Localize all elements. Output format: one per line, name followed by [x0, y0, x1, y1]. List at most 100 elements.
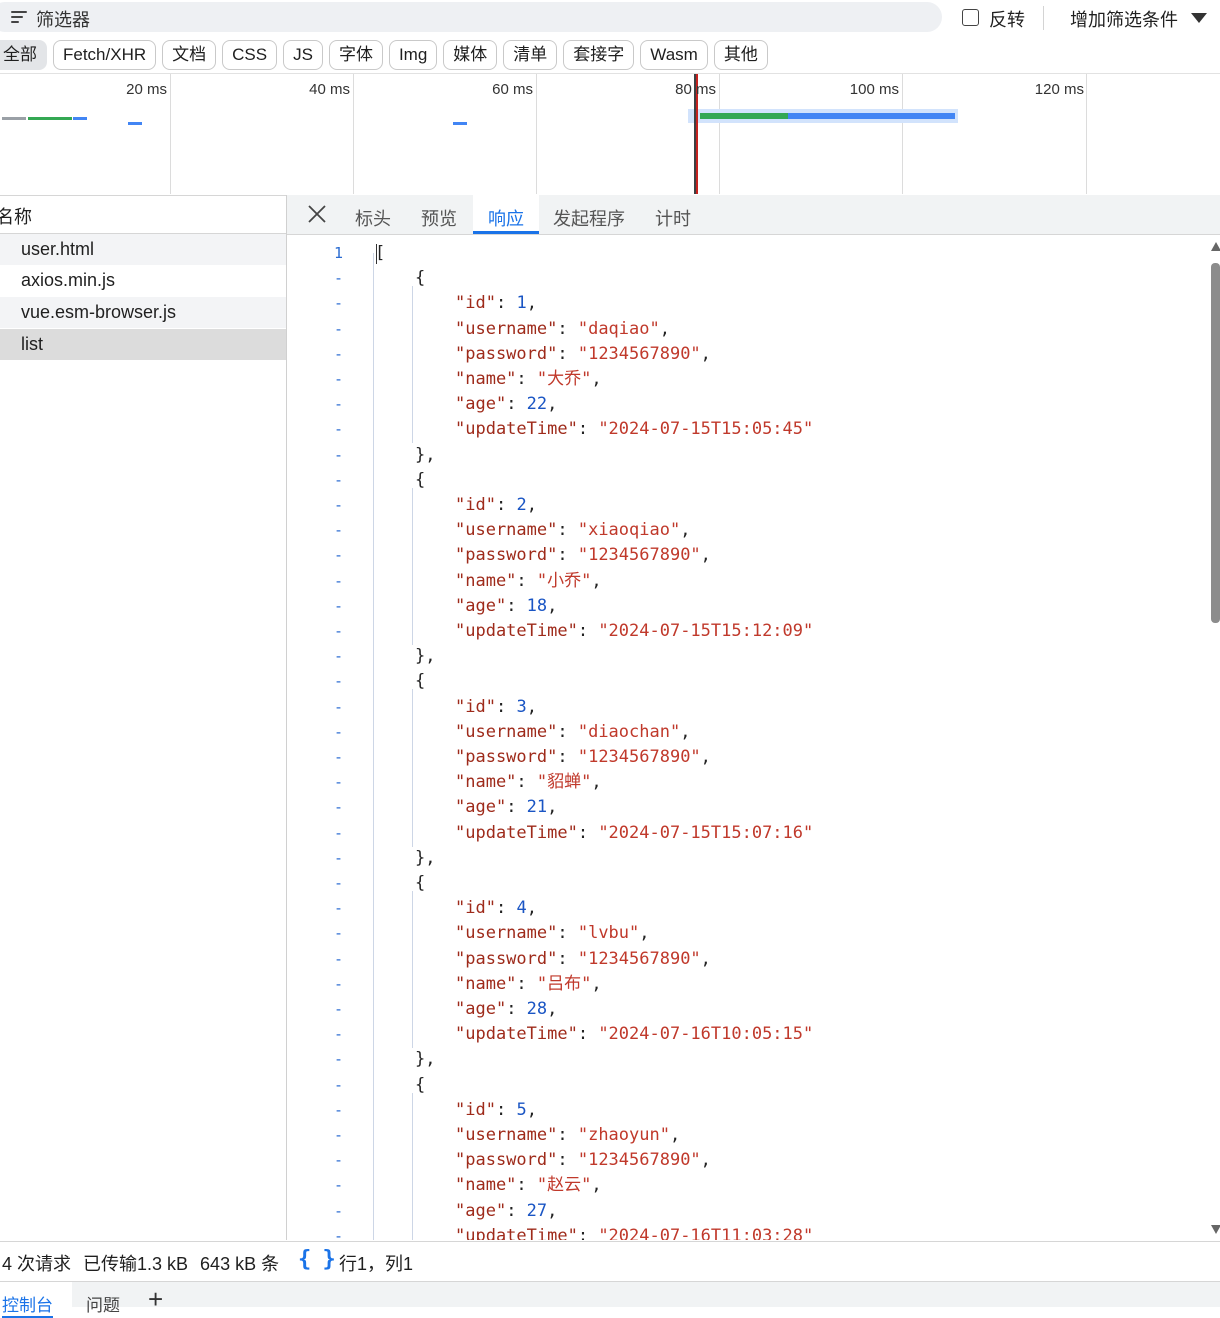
filter-chip[interactable]: Wasm [640, 40, 708, 70]
request-bar-vue [453, 122, 467, 125]
filter-chip[interactable]: 清单 [503, 40, 558, 70]
line-number: - [333, 269, 343, 288]
json-value: 3 [516, 696, 527, 717]
indent-guide [412, 891, 413, 1049]
json-value: "2024-07-15T15:07:16" [598, 822, 814, 843]
code-line: -{ [287, 266, 1209, 291]
request-bar-axios [128, 122, 142, 125]
line-number: - [333, 1126, 343, 1144]
json-value: 28 [526, 999, 548, 1019]
code-line: - "name": "貂蝉", [287, 770, 1209, 795]
tab-initiator[interactable]: 发起程序 [553, 205, 625, 231]
filter-chip[interactable]: 套接字 [563, 40, 635, 70]
add-filter-button[interactable]: 增加筛选条件 [1070, 6, 1178, 32]
pretty-print-button[interactable]: { } [298, 1247, 336, 1272]
invert-checkbox[interactable] [962, 9, 979, 26]
json-value: "小乔" [536, 570, 592, 591]
scroll-down-icon[interactable] [1211, 1225, 1220, 1234]
tab-issues[interactable]: 问题 [86, 1291, 120, 1316]
line-number: - [333, 370, 343, 388]
line-number: - [333, 672, 343, 691]
line-number: - [333, 344, 343, 363]
line-number: - [333, 848, 343, 867]
code-line: - "name": "小乔", [287, 569, 1209, 594]
json-value: "1234567890" [577, 948, 701, 969]
json-value: "大乔" [536, 369, 592, 389]
name-column-header[interactable]: 名称 [0, 195, 286, 234]
code-line: -}, [287, 846, 1209, 871]
tick-label: 40 ms [309, 81, 350, 98]
code-line: - "id": 5, [287, 1098, 1209, 1123]
filter-input[interactable] [0, 2, 942, 32]
line-number: - [333, 647, 343, 666]
filter-chip[interactable]: 其他 [713, 40, 768, 70]
indent-guide [412, 1092, 413, 1240]
filter-chip[interactable]: JS [283, 40, 323, 70]
json-value: 1 [516, 293, 527, 314]
divider [1043, 6, 1044, 30]
code-line: - "id": 3, [287, 695, 1209, 720]
code-line: -{ [287, 871, 1209, 896]
line-number: - [333, 1025, 343, 1044]
tick-label: 60 ms [492, 81, 533, 98]
json-value: "赵云" [536, 1175, 592, 1196]
network-timeline[interactable]: 20 ms 40 ms 60 ms 80 ms 100 ms 120 ms [0, 73, 1220, 196]
code-line: - "password": "1234567890", [287, 543, 1209, 568]
drawer-tabbar: 控制台 问题 + [0, 1281, 1220, 1318]
line-number: - [333, 571, 343, 590]
tab-timing[interactable]: 计时 [655, 205, 691, 231]
code-line: -}, [287, 644, 1209, 669]
request-row[interactable]: axios.min.js [0, 265, 286, 296]
line-number: - [333, 420, 343, 439]
code-line: - "updateTime": "2024-07-15T15:07:16" [287, 821, 1209, 846]
tab-response[interactable]: 响应 [488, 205, 524, 231]
request-row[interactable]: vue.esm-browser.js [0, 297, 286, 328]
scrollbar-thumb[interactable] [1211, 263, 1220, 623]
line-number: - [333, 899, 343, 918]
line-number: - [333, 924, 343, 943]
json-value: "xiaoqiao" [577, 520, 681, 541]
json-value: "1234567890" [577, 545, 701, 566]
filter-chip[interactable]: Fetch/XHR [53, 40, 157, 70]
summary: 4 次请求 已传输1.3 kB 643 kB 条 [2, 1250, 286, 1276]
close-icon[interactable] [307, 204, 327, 224]
filter-chip[interactable]: 文档 [162, 40, 217, 70]
request-row-selected[interactable]: list [0, 329, 286, 360]
invert-label[interactable]: 反转 [989, 6, 1025, 32]
code-line: -{ [287, 1073, 1209, 1098]
request-row[interactable]: user.html [0, 234, 286, 265]
tab-console[interactable]: 控制台 [0, 1282, 72, 1318]
line-number: - [333, 1176, 343, 1195]
line-number: - [333, 496, 343, 514]
line-number: - [333, 470, 343, 489]
line-number: - [333, 1100, 343, 1119]
vertical-scrollbar[interactable] [1209, 235, 1220, 1240]
request-name: user.html [21, 239, 95, 259]
filter-chip[interactable]: 媒体 [443, 40, 498, 70]
request-count: 4 次请求 [2, 1254, 72, 1274]
filter-chip[interactable]: CSS [222, 40, 278, 70]
tab-headers[interactable]: 标头 [355, 205, 391, 231]
json-value: "2024-07-16T11:03:28" [598, 1225, 814, 1240]
json-value: 21 [526, 797, 548, 818]
tick-label: 120 ms [1034, 81, 1084, 98]
scroll-up-icon[interactable] [1211, 242, 1220, 251]
tick-label: 100 ms [849, 81, 899, 98]
json-value: "zhaoyun" [577, 1125, 670, 1145]
line-number: - [333, 445, 343, 464]
line-number: 1 [333, 244, 343, 262]
line-number: - [333, 546, 343, 565]
code-line: - "updateTime": "2024-07-15T15:05:45" [287, 417, 1209, 442]
chevron-down-icon[interactable] [1191, 13, 1207, 23]
active-tab-indicator [473, 231, 539, 234]
tab-preview[interactable]: 预览 [421, 205, 457, 231]
add-tab-button[interactable]: + [148, 1286, 163, 1312]
line-number: - [333, 294, 343, 313]
filter-chip[interactable]: 字体 [328, 40, 383, 70]
line-number: - [333, 1075, 343, 1094]
filter-chip[interactable]: 全部 [0, 40, 47, 70]
filter-chip[interactable]: Img [388, 40, 438, 70]
request-name: list [21, 334, 43, 354]
code-line: - "password": "1234567890", [287, 947, 1209, 972]
response-viewer[interactable]: 1[-{- "id": 1, - "username": "daqiao", - "pas… [287, 235, 1209, 1240]
